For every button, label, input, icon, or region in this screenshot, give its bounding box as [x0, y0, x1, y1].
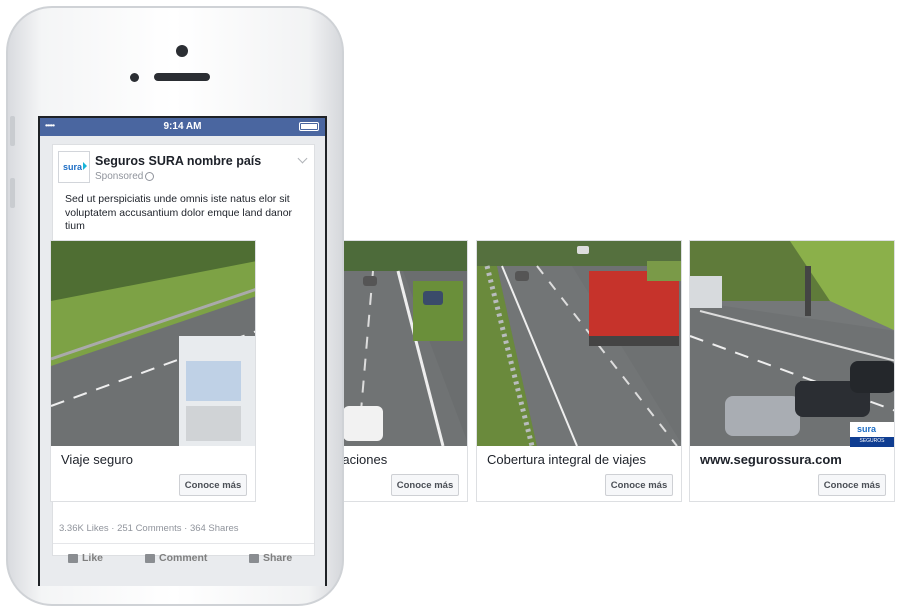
card-image-truck [51, 241, 255, 446]
battery-icon [299, 122, 319, 131]
learn-more-button[interactable]: Conoce más [818, 474, 886, 496]
logo-text: sura [63, 162, 83, 172]
page-name-link[interactable]: Seguros SURA nombre país [95, 154, 261, 168]
camera-icon [176, 45, 188, 57]
sensor-icon [130, 73, 139, 82]
share-icon [249, 553, 259, 563]
sura-logo-badge: sura SEGUROS [850, 422, 894, 447]
share-label: Share [263, 552, 293, 564]
badge-logo-text: sura [857, 424, 877, 434]
sponsored-label: Sponsored [95, 171, 155, 182]
learn-more-button[interactable]: Conoce más [179, 474, 247, 496]
sura-logo[interactable]: sura [58, 151, 90, 183]
sponsored-text: Sponsored [95, 171, 144, 182]
status-bar: ••••• 9:14 AM [40, 118, 325, 136]
comment-button[interactable]: Comment [145, 552, 207, 564]
learn-more-button[interactable]: Conoce más [605, 474, 673, 496]
comment-icon [145, 553, 155, 563]
thumbs-up-icon [68, 553, 78, 563]
card-title: Cobertura integral de viajes [487, 452, 646, 467]
globe-icon [145, 171, 155, 181]
engagement-counts[interactable]: 3.36K Likes · 251 Comments · 364 Shares [59, 523, 239, 534]
card-title: Viaje seguro [61, 452, 134, 467]
carousel-card-3[interactable]: Cobertura integral de viajes Conoce más [476, 240, 682, 502]
like-label: Like [82, 552, 104, 564]
card-image-highway [477, 241, 681, 446]
logo-arrow-icon [83, 162, 87, 170]
learn-more-button[interactable]: Conoce más [391, 474, 459, 496]
card-image-cars [690, 241, 894, 446]
card-title: www.segurossura.com [700, 452, 842, 467]
carousel-card-4[interactable]: sura SEGUROS www.segurossura.com Conoce … [689, 240, 895, 502]
carousel-card-1[interactable]: Viaje seguro Conoce más [50, 240, 256, 502]
post-body-text: Sed ut perspiciatis unde omnis iste natu… [65, 193, 293, 232]
post-actions: Like Comment Share [53, 543, 314, 574]
share-button[interactable]: Share [249, 552, 292, 564]
comment-label: Comment [159, 552, 208, 564]
like-button[interactable]: Like [68, 552, 103, 564]
speaker-grille [154, 73, 210, 81]
badge-subtext: SEGUROS [859, 438, 885, 444]
phone-side-button [10, 116, 15, 146]
phone-side-button [10, 178, 15, 208]
status-time: 9:14 AM [163, 121, 202, 132]
chevron-down-icon[interactable] [297, 153, 308, 164]
